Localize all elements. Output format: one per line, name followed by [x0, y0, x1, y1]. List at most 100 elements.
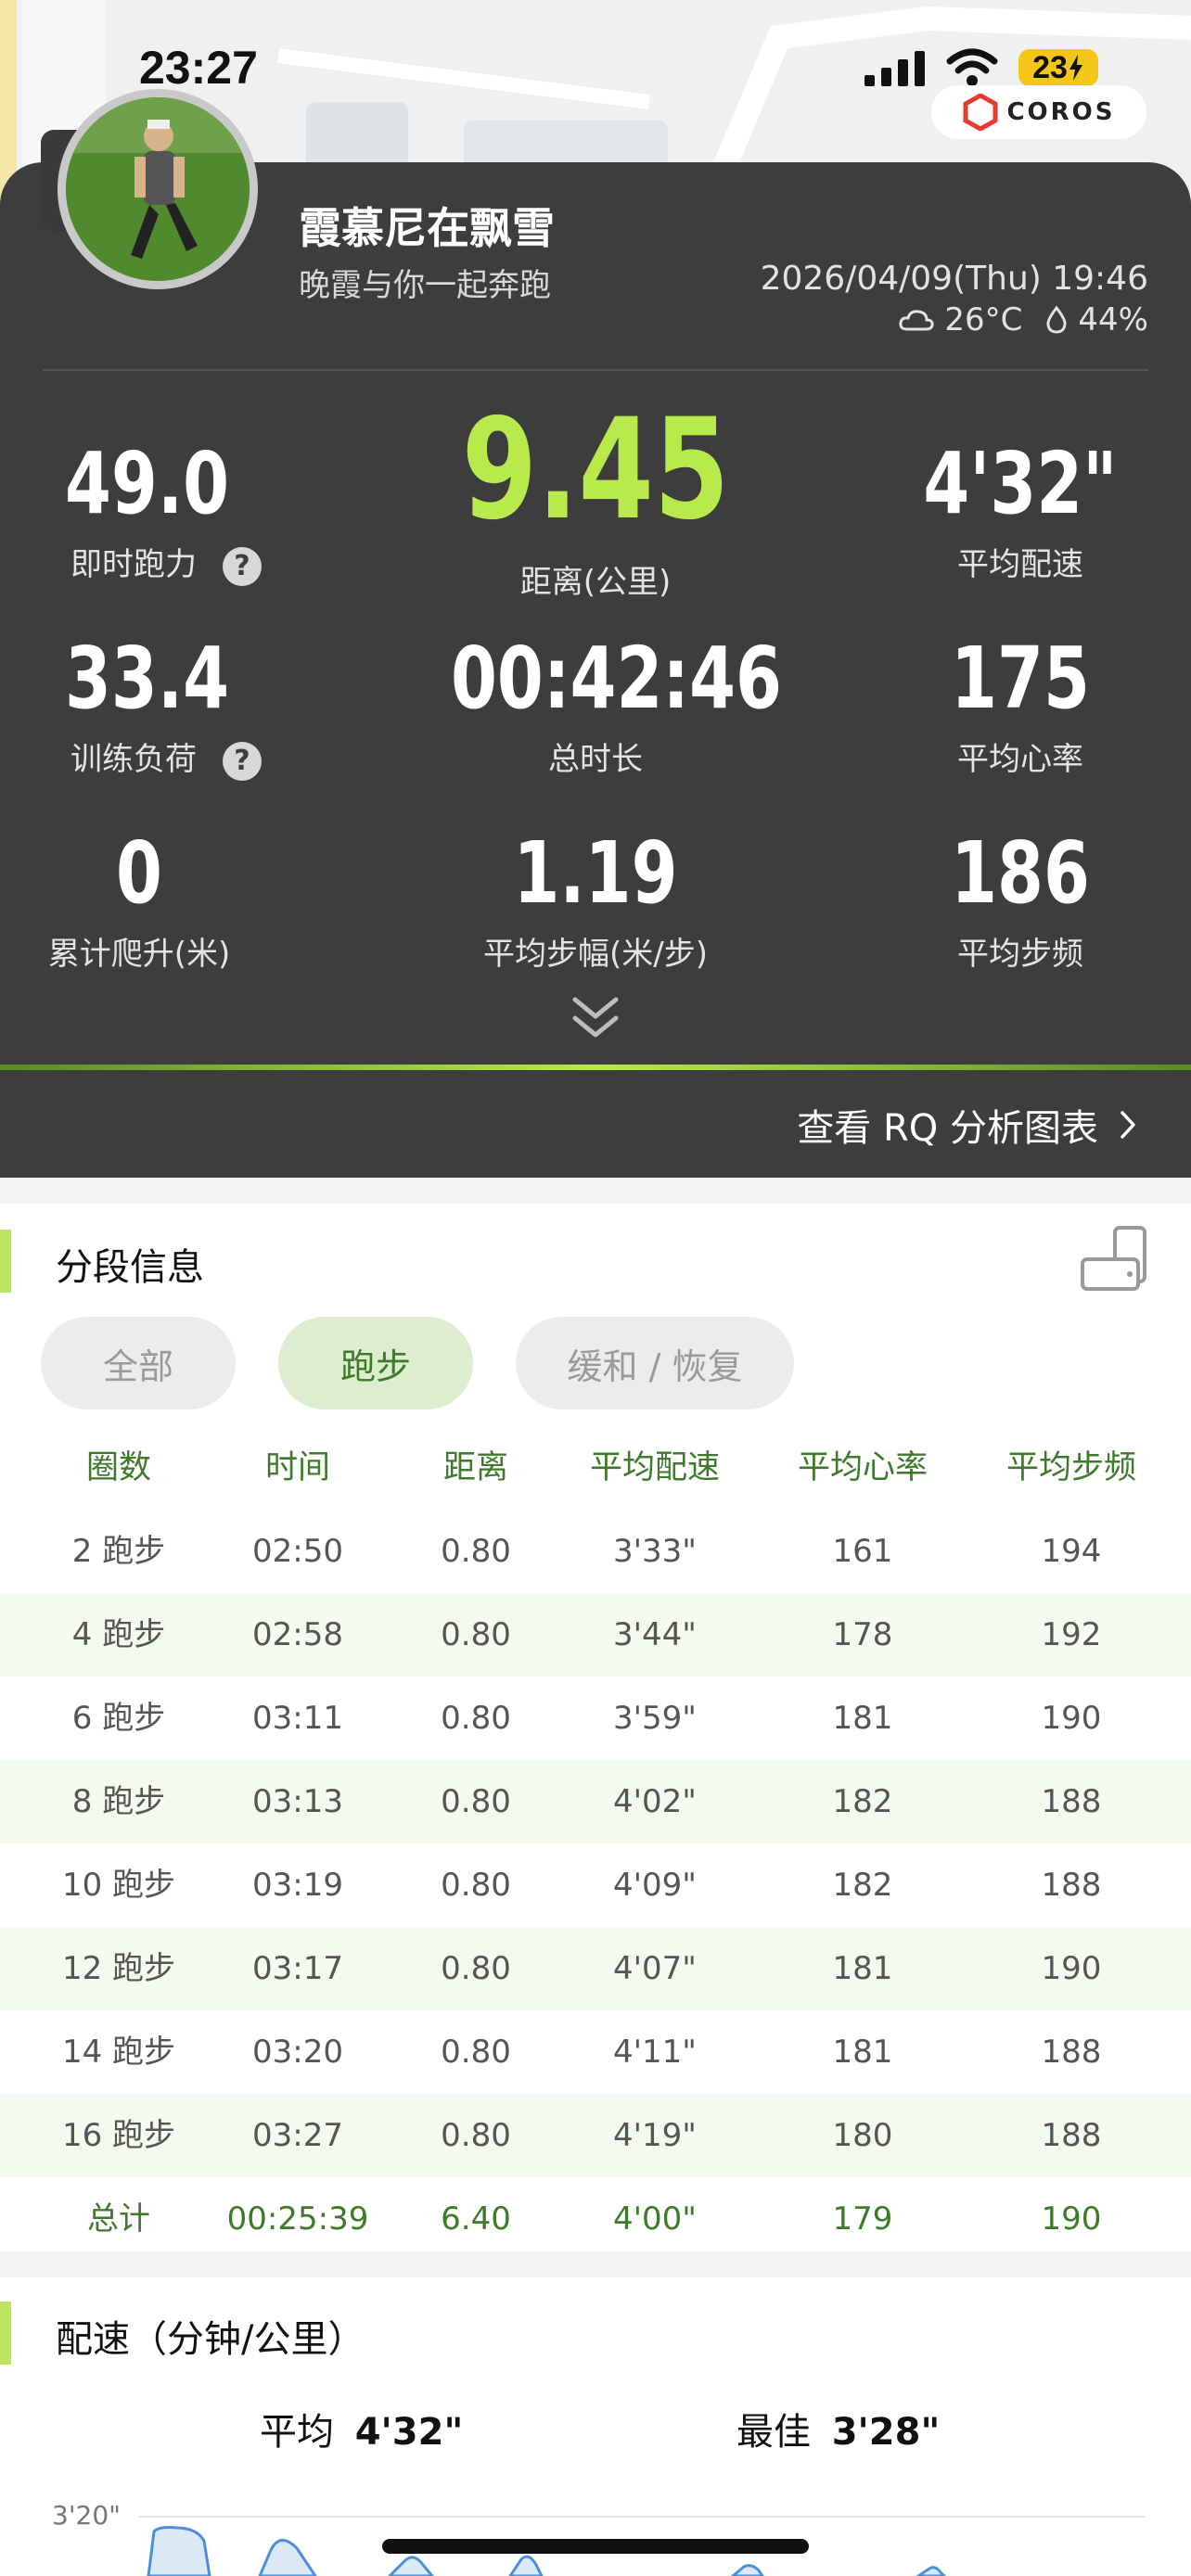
- table-cell: 3'59": [613, 1700, 697, 1737]
- table-row: 16 跑步 03:27 0.80 4'19" 180 188: [0, 2094, 1191, 2177]
- table-cell: 194: [1041, 1533, 1102, 1570]
- section-accent-bar: [0, 1230, 11, 1293]
- table-cell: 12 跑步: [61, 1950, 176, 1987]
- stat-avg-stride: 1.19 平均步幅(米/步): [410, 823, 781, 974]
- table-cell: 时间: [264, 1449, 331, 1486]
- table-cell: 0.80: [441, 1867, 511, 1904]
- battery-indicator: 23: [1018, 49, 1098, 86]
- stat-label: 平均步频: [957, 936, 1083, 973]
- stat-training-load: 33.4 训练负荷?: [37, 629, 278, 781]
- table-cell: 4'09": [613, 1867, 697, 1904]
- stat-label: 平均配速: [957, 546, 1083, 583]
- table-cell: 180: [832, 2117, 893, 2154]
- filter-chip-run[interactable]: 跑步: [278, 1317, 473, 1409]
- runner-photo: [66, 97, 250, 281]
- card-divider: [43, 369, 1148, 371]
- section-accent-bar: [0, 2302, 11, 2365]
- table-cell: 03:11: [252, 1700, 343, 1737]
- table-cell: 03:13: [252, 1783, 343, 1820]
- table-row: 6 跑步 03:11 0.80 3'59" 181 190: [0, 1677, 1191, 1760]
- pace-average: 平均 4'32": [260, 2402, 463, 2455]
- table-cell: 181: [832, 1950, 893, 1987]
- table-cell: 6 跑步: [71, 1700, 166, 1737]
- table-cell: 00:25:39: [226, 2200, 369, 2238]
- table-cell: 3'33": [613, 1533, 697, 1570]
- table-cell: 178: [832, 1616, 893, 1653]
- coros-logo-text: COROS: [1006, 98, 1116, 126]
- table-cell: 182: [832, 1867, 893, 1904]
- rq-analysis-link[interactable]: 查看 RQ 分析图表: [797, 1098, 1137, 1152]
- table-row: 2 跑步 02:50 0.80 3'33" 161 194: [0, 1510, 1191, 1593]
- table-cell: 03:17: [252, 1950, 343, 1987]
- table-row: 10 跑步 03:19 0.80 4'09" 182 188: [0, 1843, 1191, 1927]
- help-icon[interactable]: ?: [223, 546, 262, 586]
- table-cell: 平均配速: [589, 1449, 721, 1486]
- table-row: 14 跑步 03:20 0.80 4'11" 181 188: [0, 2010, 1191, 2094]
- table-cell: 6.40: [441, 2200, 511, 2238]
- stat-label: 累计爬升(米): [47, 936, 231, 973]
- table-cell: 190: [1041, 1700, 1102, 1737]
- table-cell: 188: [1041, 2117, 1102, 2154]
- temperature: 26°C: [944, 301, 1023, 338]
- stat-running-power: 49.0 即时跑力?: [37, 434, 278, 586]
- avatar[interactable]: [58, 89, 258, 289]
- stat-value: 175: [951, 629, 1090, 728]
- table-cell: 圈数: [85, 1449, 152, 1486]
- expand-chevron-icon[interactable]: [568, 994, 623, 1042]
- table-cell: 4'07": [613, 1950, 697, 1987]
- table-cell: 188: [1041, 2034, 1102, 2071]
- charging-icon: [1069, 55, 1082, 81]
- help-icon[interactable]: ?: [223, 741, 262, 781]
- pace-section-title: 配速（分钟/公里）: [56, 2318, 365, 2361]
- activity-datetime: 2026/04/09(Thu) 19:46: [760, 260, 1148, 298]
- table-cell: 0.80: [441, 1533, 511, 1570]
- table-cell: 平均心率: [797, 1449, 928, 1486]
- table-cell: 0.80: [441, 1700, 511, 1737]
- stat-label: 平均步幅(米/步): [483, 936, 708, 973]
- table-cell: 4'00": [613, 2200, 697, 2238]
- home-indicator[interactable]: [382, 2539, 809, 2554]
- stat-label: 训练负荷: [70, 741, 197, 778]
- table-header-row: 圈数 时间 距离 平均配速 平均心率 平均步频: [0, 1426, 1191, 1510]
- table-cell: 14 跑步: [61, 2034, 176, 2071]
- table-cell: 161: [832, 1533, 893, 1570]
- table-cell: 188: [1041, 1867, 1102, 1904]
- table-total-row: 总计 00:25:39 6.40 4'00" 179 190: [0, 2177, 1191, 2261]
- table-cell: 188: [1041, 1783, 1102, 1820]
- stat-value: 186: [951, 823, 1090, 923]
- stat-value: 00:42:46: [451, 629, 782, 728]
- table-cell: 0.80: [441, 2034, 511, 2071]
- filter-chip-cooldown[interactable]: 缓和 / 恢复: [516, 1317, 794, 1409]
- humidity: 44%: [1078, 301, 1148, 338]
- stat-avg-cadence: 186 平均步频: [890, 823, 1150, 974]
- pace-average-value: 4'32": [354, 2411, 464, 2454]
- wifi-icon: [946, 48, 998, 86]
- chevron-right-icon: [1121, 1111, 1135, 1139]
- pace-best-label: 最佳: [736, 2411, 811, 2454]
- table-cell: 02:50: [252, 1533, 343, 1570]
- segment-table: 圈数 时间 距离 平均配速 平均心率 平均步频 2 跑步 02:50 0.80 3'33" 161 1…: [0, 1426, 1191, 2261]
- rotate-screen-icon[interactable]: [1080, 1226, 1148, 1293]
- pace-best: 最佳 3'28": [736, 2402, 940, 2455]
- table-row: 12 跑步 03:17 0.80 4'07" 181 190: [0, 1927, 1191, 2010]
- coros-logo: COROS: [931, 85, 1146, 139]
- table-cell: 179: [832, 2200, 893, 2238]
- table-cell: 190: [1041, 2200, 1102, 2238]
- cloud-icon: [899, 310, 935, 331]
- filter-chip-all[interactable]: 全部: [41, 1317, 236, 1409]
- stat-label: 平均心率: [957, 741, 1083, 778]
- stat-total-time: 00:42:46 总时长: [410, 629, 782, 779]
- table-cell: 182: [832, 1783, 893, 1820]
- stat-value: 9.45: [461, 389, 730, 551]
- segment-section-title: 分段信息: [56, 1246, 204, 1289]
- table-cell: 平均步频: [1005, 1449, 1137, 1486]
- battery-level: 23: [1032, 49, 1068, 85]
- humidity-drop-icon: [1046, 305, 1067, 334]
- stat-label: 距离(公里): [519, 564, 672, 601]
- rq-link-label: 查看 RQ 分析图表: [797, 1107, 1098, 1150]
- table-cell: 4'11": [613, 2034, 697, 2071]
- table-cell: 2 跑步: [71, 1533, 166, 1570]
- stat-value: 0: [116, 823, 162, 923]
- table-cell: 03:27: [252, 2117, 343, 2154]
- table-cell: 4'19": [613, 2117, 697, 2154]
